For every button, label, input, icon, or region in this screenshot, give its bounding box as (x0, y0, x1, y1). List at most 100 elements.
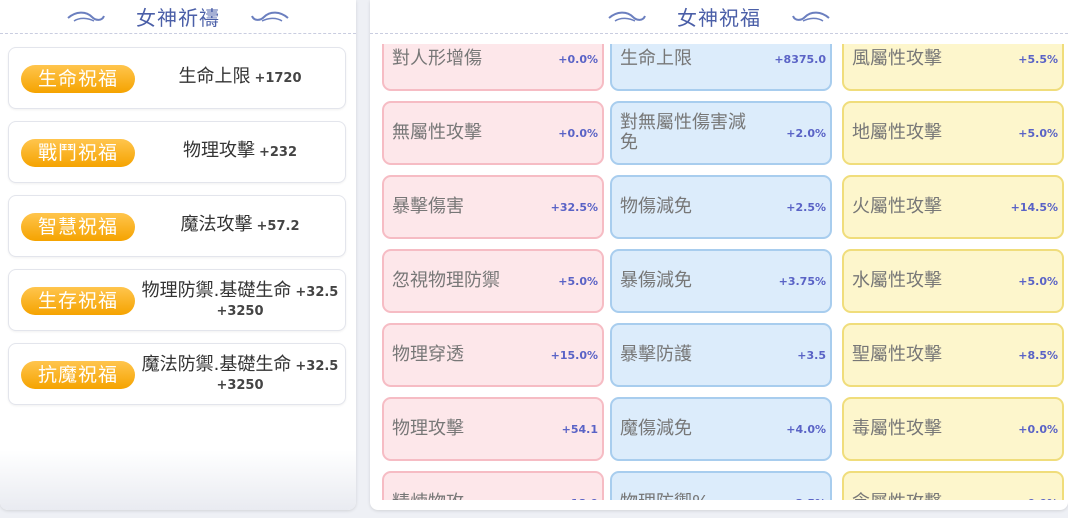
stat-value: +5.0% (1018, 126, 1058, 140)
stat-value: +54.1 (561, 422, 598, 436)
swirl-ornament-icon (792, 11, 830, 22)
stat-label: 物理防禦% (620, 473, 760, 501)
stat-cell: 物理攻擊 +54.1 (382, 397, 604, 461)
stat-value: +0.0% (1018, 473, 1058, 501)
stat-value: +2.0% (786, 126, 826, 140)
blessing-badge: 智慧祝福 (21, 213, 135, 241)
stat-cell: 火屬性攻擊 +14.5% (842, 175, 1064, 239)
stat-cell: 無屬性攻擊 +0.0% (382, 101, 604, 165)
stat-label: 魔傷減免 (620, 418, 692, 439)
stat-value: +5.0% (1018, 274, 1058, 288)
stat-value: +3.5% (786, 473, 826, 501)
stat-cell: 毒屬性攻擊 +0.0% (842, 397, 1064, 461)
blessing-value: +32.5 (295, 285, 339, 300)
stat-cell: 生命上限 +8375.0 (610, 44, 832, 91)
blessing-badge: 戰鬥祝福 (21, 139, 135, 167)
blessing-effect: 物理防禦.基礎生命 +32.5 +3250 (139, 270, 341, 330)
stat-cell: 暴擊傷害 +32.5% (382, 175, 604, 239)
stat-value: +14.5% (1010, 200, 1058, 214)
stat-cell: 物理穿透 +15.0% (382, 323, 604, 387)
stat-cell: 忽視物理防禦 +5.0% (382, 249, 604, 313)
stat-label: 生命上限 (620, 48, 692, 69)
blessing-value: +232 (258, 145, 298, 160)
stat-label: 對無屬性傷害減免 (620, 112, 746, 153)
stat-label: 水屬性攻擊 (852, 270, 942, 291)
stat-value: +2.5% (786, 200, 826, 214)
stat-cell: 地屬性攻擊 +5.0% (842, 101, 1064, 165)
stat-value: +0.0% (558, 52, 598, 66)
blessing-badge: 抗魔祝福 (21, 361, 135, 389)
stat-label: 暴擊防護 (620, 344, 692, 365)
blessing-stat: 生命上限 (178, 66, 251, 87)
swirl-ornament-icon (608, 11, 646, 22)
stat-value: +18.0 (562, 473, 598, 501)
stat-label: 火屬性攻擊 (852, 196, 942, 217)
stat-label: 聖屬性攻擊 (852, 344, 942, 365)
blessing-card-antimagic[interactable]: 抗魔祝福 魔法防禦.基礎生命 +32.5 +3250 (8, 343, 346, 405)
stat-value: +32.5% (550, 200, 598, 214)
blessing-value: +1720 (254, 71, 302, 86)
swirl-ornament-icon (251, 11, 289, 22)
stat-cell: 風屬性攻擊 +5.5% (842, 44, 1064, 91)
stat-label: 暴傷減免 (620, 270, 692, 291)
stat-cell: 聖屬性攻擊 +8.5% (842, 323, 1064, 387)
stat-label: 暴擊傷害 (392, 196, 464, 217)
blessing-sub-value: +3250 (216, 304, 264, 319)
blessing-effect: 物理攻擊 +232 (139, 122, 341, 182)
blessing-card-wisdom[interactable]: 智慧祝福 魔法攻擊 +57.2 (8, 195, 346, 257)
stat-label: 念屬性攻擊 (852, 473, 992, 501)
stat-value: +5.5% (1018, 52, 1058, 66)
stat-value: +8.5% (1018, 348, 1058, 362)
stat-cell: 暴傷減免 +3.75% (610, 249, 832, 313)
stat-label: 忽視物理防禦 (392, 270, 500, 291)
stat-cell: 對人形增傷 +0.0% (382, 44, 604, 91)
stat-cell: 對無屬性傷害減免 +2.0% (610, 101, 832, 165)
blessing-badge: 生存祝福 (21, 287, 135, 315)
blessing-card-life[interactable]: 生命祝福 生命上限 +1720 (8, 47, 346, 109)
blessing-stat: 物理攻擊 (182, 140, 255, 161)
stat-label: 物理攻擊 (392, 418, 464, 439)
stat-label: 精煉物攻 (392, 473, 532, 501)
blessing-stat: 物理防禦.基礎生命 (141, 280, 292, 301)
stat-cell: 水屬性攻擊 +5.0% (842, 249, 1064, 313)
blessing-card-battle[interactable]: 戰鬥祝福 物理攻擊 +232 (8, 121, 346, 183)
prayer-title: 女神祈禱 (136, 6, 220, 30)
stat-label: 無屬性攻擊 (392, 122, 482, 143)
stat-value: +3.75% (778, 274, 826, 288)
stat-label: 地屬性攻擊 (852, 122, 942, 143)
blessing-badge: 生命祝福 (21, 65, 135, 93)
stat-value: +4.0% (786, 422, 826, 436)
stat-label: 物傷減免 (620, 196, 692, 217)
blessing-effect: 生命上限 +1720 (139, 48, 341, 108)
blessing-title: 女神祝福 (677, 6, 761, 30)
prayer-header: 女神祈禱 (0, 0, 356, 34)
blessing-value: +57.2 (256, 219, 300, 234)
goddess-blessing-panel: 女神祝福 對人形增傷 +0.0% 生命上限 +8375.0 風屬性攻擊 +5.5% 無屬性攻… (370, 0, 1068, 510)
stat-cell: 魔傷減免 +4.0% (610, 397, 832, 461)
stat-label: 風屬性攻擊 (852, 48, 942, 69)
stat-value: +8375.0 (774, 52, 826, 66)
blessing-effect: 魔法防禦.基礎生命 +32.5 +3250 (139, 344, 341, 404)
stat-label: 毒屬性攻擊 (852, 418, 942, 439)
stat-cell: 念屬性攻擊 +0.0% (842, 471, 1064, 500)
stat-cell: 暴擊防護 +3.5 (610, 323, 832, 387)
stat-cell: 物傷減免 +2.5% (610, 175, 832, 239)
stats-grid-scroll[interactable]: 對人形增傷 +0.0% 生命上限 +8375.0 風屬性攻擊 +5.5% 無屬性攻擊 +0.0… (370, 44, 1068, 500)
stat-value: +0.0% (1018, 422, 1058, 436)
stat-value: +15.0% (550, 348, 598, 362)
stat-label: 物理穿透 (392, 344, 464, 365)
stat-cell: 精煉物攻 +18.0 (382, 471, 604, 500)
stat-cell: 物理防禦% +3.5% (610, 471, 832, 500)
stat-value: +3.5 (797, 348, 826, 362)
swirl-ornament-icon (67, 11, 105, 22)
stat-value: +5.0% (558, 274, 598, 288)
stat-label: 對人形增傷 (392, 48, 482, 69)
blessing-card-survival[interactable]: 生存祝福 物理防禦.基礎生命 +32.5 +3250 (8, 269, 346, 331)
blessing-stat: 魔法防禦.基礎生命 (141, 354, 292, 375)
blessing-value: +32.5 (295, 359, 339, 374)
blessing-stat: 魔法攻擊 (180, 214, 253, 235)
goddess-prayer-panel: 女神祈禱 生命祝福 生命上限 +1720 戰鬥祝福 物理攻擊 +232 智慧祝福 魔… (0, 0, 356, 510)
stat-value: +0.0% (558, 126, 598, 140)
blessing-header: 女神祝福 (370, 0, 1068, 34)
blessing-sub-value: +3250 (216, 378, 264, 393)
